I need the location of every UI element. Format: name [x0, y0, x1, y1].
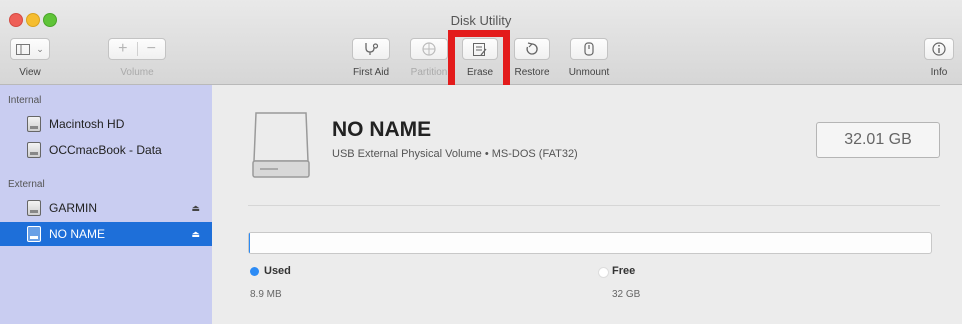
external-section-header: External	[8, 179, 45, 190]
chevron-down-icon: ⌄	[36, 43, 44, 54]
external-disk-icon	[27, 200, 41, 216]
restore-button[interactable]	[514, 38, 550, 60]
stethoscope-icon	[363, 42, 379, 56]
free-value: 32 GB	[612, 289, 641, 300]
section-divider	[248, 205, 940, 206]
volume-segmented-control[interactable]: + −	[108, 38, 166, 60]
view-button[interactable]: ⌄	[10, 38, 50, 60]
internal-section-header: Internal	[8, 95, 42, 106]
info-label: Info	[930, 67, 948, 78]
internal-disk-icon	[27, 116, 41, 132]
restore-label: Restore	[514, 67, 550, 78]
used-legend-dot	[250, 267, 259, 276]
volume-name: NO NAME	[332, 118, 432, 141]
sidebar-view-icon	[16, 43, 31, 55]
title-bar: Disk Utility ⌄ View + − Volume First Aid…	[0, 0, 962, 92]
sidebar-item-macintosh-hd[interactable]: Macintosh HD	[0, 112, 212, 136]
unmount-button[interactable]	[570, 38, 608, 60]
view-label: View	[19, 67, 41, 78]
sidebar-item-no-name[interactable]: NO NAME ⏏	[0, 222, 212, 246]
eject-icon[interactable]: ⏏	[191, 229, 200, 240]
info-icon	[932, 42, 946, 56]
volume-detail-panel: NO NAME USB External Physical Volume • M…	[212, 85, 962, 324]
first-aid-button[interactable]	[352, 38, 390, 60]
used-title: Used	[264, 265, 291, 277]
sidebar-item-label: GARMIN	[49, 201, 97, 215]
unmount-icon	[583, 42, 595, 56]
used-value: 8.9 MB	[250, 289, 282, 300]
partition-button[interactable]	[410, 38, 448, 60]
sidebar-item-garmin[interactable]: GARMIN ⏏	[0, 196, 212, 220]
usage-bar	[248, 232, 932, 254]
erase-highlight-box	[448, 30, 510, 92]
free-title: Free	[612, 265, 636, 277]
partition-pie-icon	[422, 42, 436, 56]
volume-label: Volume	[120, 67, 154, 78]
sidebar-item-label: NO NAME	[49, 227, 106, 241]
window-title: Disk Utility	[450, 13, 512, 28]
sidebar-item-label: OCCmacBook - Data	[49, 143, 162, 157]
volume-description: USB External Physical Volume • MS-DOS (F…	[332, 148, 578, 160]
external-disk-icon	[27, 226, 41, 242]
sidebar: Internal Macintosh HD OCCmacBook - Data …	[0, 85, 212, 324]
sidebar-item-label: Macintosh HD	[49, 117, 125, 131]
remove-volume-icon[interactable]: −	[138, 40, 166, 58]
internal-disk-icon	[27, 142, 41, 158]
info-button[interactable]	[924, 38, 954, 60]
eject-icon[interactable]: ⏏	[191, 203, 200, 214]
restore-arrow-icon	[525, 42, 539, 56]
external-drive-icon	[252, 111, 310, 179]
sidebar-item-occmacbook-data[interactable]: OCCmacBook - Data	[0, 138, 212, 162]
first-aid-label: First Aid	[352, 67, 390, 78]
unmount-label: Unmount	[568, 67, 610, 78]
volume-capacity: 32.01 GB	[816, 122, 940, 158]
add-volume-icon[interactable]: +	[109, 40, 137, 58]
free-legend-dot	[598, 267, 609, 278]
